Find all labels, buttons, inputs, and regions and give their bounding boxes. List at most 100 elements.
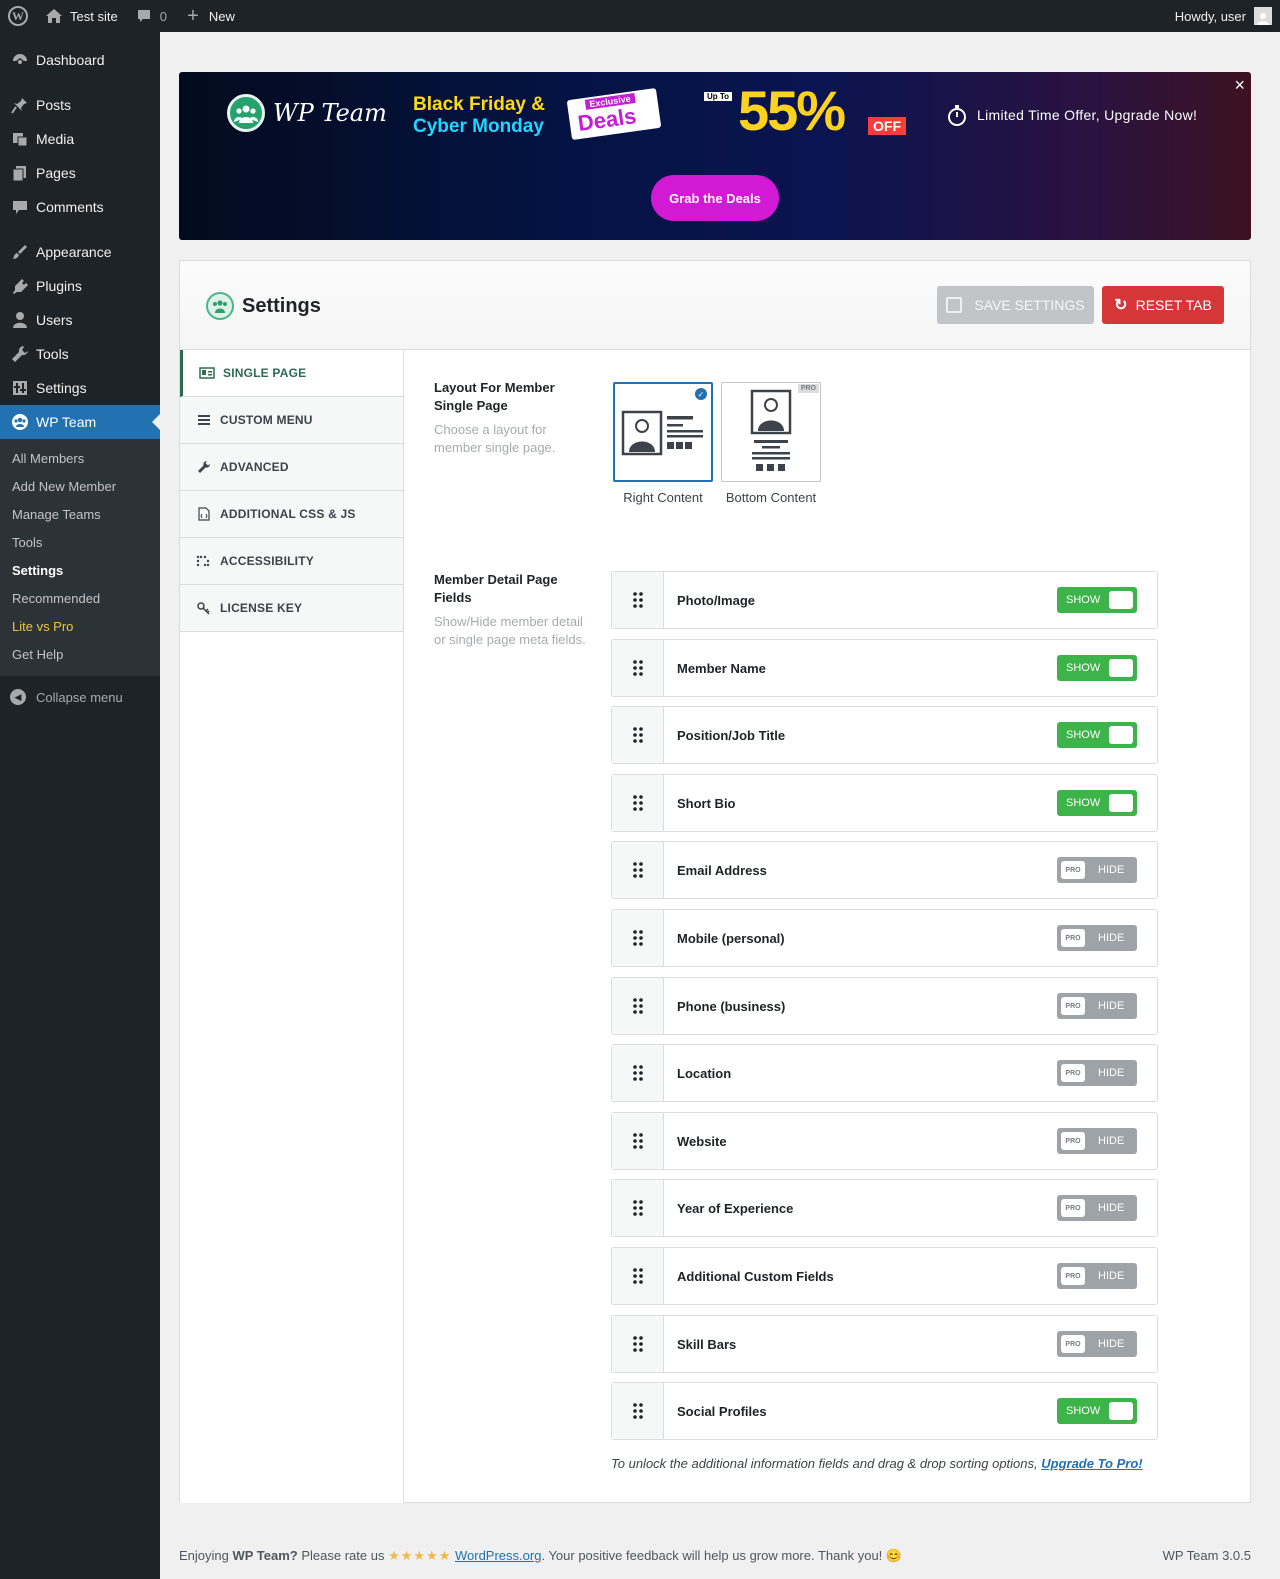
toggle-state-label: HIDE [1098,932,1125,944]
submenu-all-members[interactable]: All Members [0,445,160,473]
reset-tab-button[interactable]: ↻ RESET TAB [1102,286,1224,324]
drag-handle-icon[interactable] [612,978,664,1034]
menu-wp-team[interactable]: WP Team [0,405,160,439]
menu-tools[interactable]: Tools [0,337,160,371]
headline-line-1: Black Friday & [413,94,545,115]
pro-badge: PRO [1061,1267,1085,1285]
drag-handle-icon[interactable] [612,640,664,696]
drag-handle-icon[interactable] [612,1248,664,1304]
tab-single-page[interactable]: SINGLE PAGE [180,350,403,397]
toggle-knob [1109,659,1133,677]
toggle-state-label: HIDE [1098,1202,1125,1214]
tab-additional-css-js[interactable]: ADDITIONAL CSS & JS [180,491,403,538]
submenu-get-help[interactable]: Get Help [0,641,160,669]
drag-handle-icon[interactable] [612,910,664,966]
field-name: Email Address [677,862,767,878]
grab-deals-button[interactable]: Grab the Deals [651,175,779,221]
drag-handle-icon[interactable] [612,1180,664,1236]
site-name-link[interactable]: Test site [36,0,126,32]
close-banner-icon[interactable]: × [1234,76,1245,94]
pin-icon [10,95,30,115]
drag-handle-icon[interactable] [612,1316,664,1372]
show-hide-toggle[interactable]: SHOW [1057,655,1137,681]
pro-badge: PRO [1061,1132,1085,1150]
pro-locked-toggle[interactable]: PRO HIDE [1057,1195,1137,1221]
show-hide-toggle[interactable]: SHOW [1057,587,1137,613]
menu-label: Settings [36,380,87,396]
wp-logo-menu[interactable]: W [0,0,36,32]
drag-handle-icon[interactable] [612,1383,664,1439]
submenu-manage-teams[interactable]: Manage Teams [0,501,160,529]
tab-label: ADDITIONAL CSS & JS [220,507,356,521]
submenu-lite-vs-pro[interactable]: Lite vs Pro [0,613,160,641]
footer-plugin-name: WP Team? [232,1548,298,1563]
menu-plugins[interactable]: Plugins [0,269,160,303]
menu-media[interactable]: Media [0,122,160,156]
save-settings-button[interactable]: SAVE SETTINGS [937,286,1094,324]
menu-users[interactable]: Users [0,303,160,337]
toggle-state-label: HIDE [1098,1067,1125,1079]
toggle-knob [1109,726,1133,744]
pro-locked-toggle[interactable]: PRO HIDE [1057,1060,1137,1086]
layout-option-bottom-content[interactable]: PRO Bottom Content [721,382,821,505]
wordpress-org-link[interactable]: WordPress.org [455,1548,541,1563]
drag-handle-icon[interactable] [612,572,664,628]
toggle-state-label: HIDE [1098,1135,1125,1147]
field-row: Phone (business) PRO HIDE [611,977,1158,1035]
tab-advanced[interactable]: ADVANCED [180,444,403,491]
show-hide-toggle[interactable]: SHOW [1057,722,1137,748]
team-icon [10,412,30,432]
comment-bubble-icon [134,6,154,26]
plus-icon: + [187,4,199,27]
menu-dashboard[interactable]: Dashboard [0,43,160,77]
toggle-knob [1109,591,1133,609]
pro-locked-toggle[interactable]: PRO HIDE [1057,925,1137,951]
menu-bars-icon [196,412,212,428]
menu-pages[interactable]: Pages [0,156,160,190]
braille-grid-icon [196,553,212,569]
field-name: Phone (business) [677,998,786,1014]
pro-locked-toggle[interactable]: PRO HIDE [1057,1331,1137,1357]
comments-link[interactable]: 0 [126,0,175,32]
tab-accessibility[interactable]: ACCESSIBILITY [180,538,403,585]
menu-settings[interactable]: Settings [0,371,160,405]
menu-comments[interactable]: Comments [0,190,160,224]
wrench-icon [196,459,212,475]
drag-handle-icon[interactable] [612,1045,664,1101]
rating-stars-icon[interactable]: ★★★★★ [388,1548,451,1563]
layout-option-caption: Right Content [623,490,703,505]
pro-locked-toggle[interactable]: PRO HIDE [1057,1263,1137,1289]
drag-handle-icon[interactable] [612,707,664,763]
drag-handle-icon[interactable] [612,842,664,898]
submenu-tools[interactable]: Tools [0,529,160,557]
menu-appearance[interactable]: Appearance [0,235,160,269]
drag-handle-icon[interactable] [612,1113,664,1169]
howdy-text: Howdy, user [1174,8,1246,24]
pro-badge: PRO [1061,1064,1085,1082]
off-label: OFF [868,117,906,135]
layout-option-right-content[interactable]: ✓ Right Content [613,382,713,505]
page-title: Settings [206,292,321,320]
submenu-recommended[interactable]: Recommended [0,585,160,613]
limited-offer-text: Limited Time Offer, Upgrade Now! [977,107,1198,123]
pro-locked-toggle[interactable]: PRO HIDE [1057,857,1137,883]
plugin-version: WP Team 3.0.5 [1162,1548,1251,1563]
my-account[interactable]: Howdy, user [1175,7,1280,25]
tab-license-key[interactable]: LICENSE KEY [180,585,403,632]
pro-locked-toggle[interactable]: PRO HIDE [1057,993,1137,1019]
submenu-add-new-member[interactable]: Add New Member [0,473,160,501]
toggle-state-label: HIDE [1098,1000,1125,1012]
collapse-menu-button[interactable]: ◀ Collapse menu [0,680,160,714]
show-hide-toggle[interactable]: SHOW [1057,1398,1137,1424]
drag-handle-icon[interactable] [612,775,664,831]
submenu-settings[interactable]: Settings [0,557,160,585]
bottom-content-layout-icon [750,389,792,471]
show-hide-toggle[interactable]: SHOW [1057,790,1137,816]
menu-posts[interactable]: Posts [0,88,160,122]
tab-custom-menu[interactable]: CUSTOM MENU [180,397,403,444]
menu-label: Pages [36,165,76,181]
tab-label: ACCESSIBILITY [220,554,314,568]
new-content-link[interactable]: + New [175,0,243,32]
upgrade-to-pro-link[interactable]: Upgrade To Pro! [1041,1456,1142,1471]
pro-locked-toggle[interactable]: PRO HIDE [1057,1128,1137,1154]
